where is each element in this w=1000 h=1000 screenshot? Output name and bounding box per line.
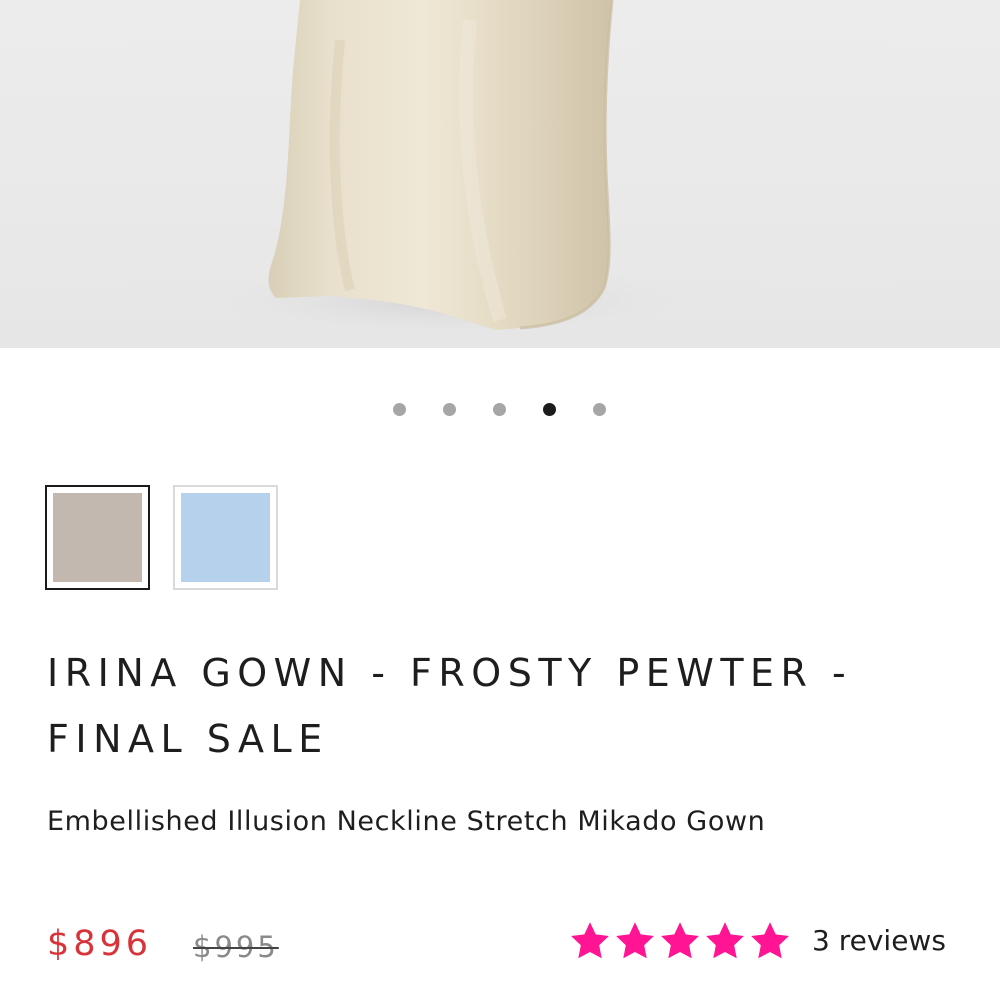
carousel-dot-5[interactable]	[593, 403, 606, 416]
reviews-link[interactable]: 3 reviews	[812, 924, 946, 957]
gown-image	[190, 0, 710, 340]
rating-stars[interactable]	[568, 918, 792, 968]
color-swatch-light-blue[interactable]	[173, 485, 278, 590]
carousel-dot-1[interactable]	[393, 403, 406, 416]
carousel-dot-4-active[interactable]	[543, 403, 556, 416]
star-icon	[706, 922, 744, 959]
compare-at-price: $995	[193, 930, 279, 964]
star-icon	[751, 922, 789, 959]
carousel-dot-3[interactable]	[493, 403, 506, 416]
carousel-dots	[0, 403, 1000, 417]
carousel-dot-2[interactable]	[443, 403, 456, 416]
star-icon	[616, 922, 654, 959]
product-title: IRINA GOWN - FROSTY PEWTER - FINAL SALE	[47, 651, 853, 761]
swatch-color-fill	[53, 493, 142, 582]
star-icon	[661, 922, 699, 959]
swatch-color-fill	[181, 493, 270, 582]
star-icon	[571, 922, 609, 959]
color-swatch-frosty-pewter[interactable]	[45, 485, 150, 590]
product-subtitle: Embellished Illusion Neckline Stretch Mi…	[47, 806, 766, 837]
sale-price: $896	[47, 924, 153, 964]
product-image[interactable]	[0, 0, 1000, 348]
